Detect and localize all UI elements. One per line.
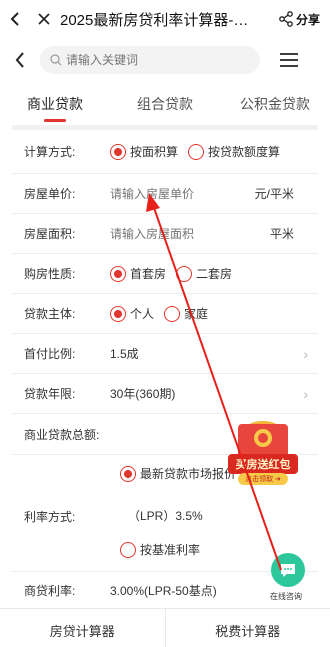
radio-checked-icon	[110, 143, 126, 160]
radio-unchecked-icon	[188, 143, 205, 160]
radio-first-home[interactable]: 首套房	[110, 265, 166, 282]
borrower-row: 贷款主体: 个人 家庭	[12, 294, 318, 334]
search-icon	[50, 54, 62, 66]
rate-method-label: 利率方式:	[24, 510, 76, 524]
radio-individual[interactable]: 个人	[110, 305, 154, 322]
radio-lpr-rate[interactable]: 最新贷款市场报价	[120, 465, 236, 482]
tab-combined-loan[interactable]: 组合贷款	[110, 84, 220, 124]
loan-type-tabs: 商业贷款 组合贷款 公积金贷款	[0, 84, 330, 124]
property-type-row: 购房性质: 首套房 二套房	[12, 254, 318, 294]
down-payment-row[interactable]: 首付比例: 1.5成 ›	[12, 334, 318, 374]
radio-checked-icon	[110, 265, 126, 282]
calc-method-row: 计算方式: 按面积算 按贷款额度算	[12, 130, 318, 174]
area-input[interactable]	[110, 226, 230, 241]
chevron-left-icon	[10, 12, 19, 26]
loan-term-row[interactable]: 贷款年限: 30年(360期) ›	[12, 374, 318, 414]
menu-button[interactable]	[274, 53, 304, 67]
chevron-right-icon: ›	[303, 385, 308, 402]
radio-checked-icon	[110, 305, 126, 322]
commercial-rate-label: 商贷利率:	[24, 583, 76, 598]
radio-unchecked-icon	[176, 265, 193, 282]
loan-term-label: 贷款年限:	[24, 387, 76, 401]
close-icon	[38, 13, 50, 25]
radio-family[interactable]: 家庭	[164, 305, 208, 322]
promo-title: 买房送红包	[235, 459, 291, 471]
radio-unchecked-icon	[164, 305, 181, 322]
promo-cta: 点击领取 ➜	[245, 476, 281, 483]
share-icon	[279, 11, 293, 27]
radio-base-rate[interactable]: 按基准利率	[120, 541, 200, 558]
mortgage-calculator-button[interactable]: 房贷计算器	[0, 609, 165, 647]
bottom-bar: 房贷计算器 税费计算器	[0, 608, 330, 647]
area-label: 房屋面积:	[24, 227, 76, 241]
commercial-rate-value: 3.00%(LPR-50基点)	[110, 583, 217, 598]
radio-by-area[interactable]: 按面积算	[110, 143, 178, 160]
radio-second-home[interactable]: 二套房	[176, 265, 232, 282]
loan-total-label: 商业贷款总额:	[24, 427, 100, 442]
radio-checked-icon	[120, 465, 136, 482]
property-type-label: 购房性质:	[24, 267, 76, 281]
close-button[interactable]	[30, 0, 58, 38]
lpr-rate-text: （LPR）3.5%	[128, 509, 203, 523]
online-consult-label: 在线咨询	[270, 592, 302, 601]
radio-unchecked-icon	[120, 541, 136, 558]
unit-price-input[interactable]	[110, 186, 230, 201]
tab-provident-fund-loan[interactable]: 公积金贷款	[220, 84, 330, 124]
search-input[interactable]	[66, 53, 246, 67]
top-bar: 2025最新房贷利率计算器-… 分享	[0, 0, 330, 38]
hamburger-menu-icon	[280, 53, 298, 67]
share-button[interactable]: 分享	[274, 11, 330, 28]
back-button[interactable]	[0, 0, 30, 38]
share-label: 分享	[295, 12, 320, 27]
area-unit: 平米	[269, 227, 294, 241]
area-row: 房屋面积: 平米	[12, 214, 318, 254]
search-back-button[interactable]	[0, 51, 40, 69]
search-box[interactable]	[40, 46, 260, 74]
borrower-label: 贷款主体:	[24, 307, 76, 321]
unit-price-unit: 元/平米	[254, 187, 294, 201]
down-payment-label: 首付比例:	[24, 347, 76, 361]
page-title: 2025最新房贷利率计算器-…	[60, 11, 249, 29]
chevron-left-icon	[15, 52, 24, 68]
calc-method-label: 计算方式:	[24, 145, 76, 159]
radio-by-loan-amount[interactable]: 按贷款额度算	[188, 143, 280, 160]
loan-term-value: 30年(360期)	[110, 387, 176, 401]
search-bar	[0, 42, 330, 78]
tab-commercial-loan[interactable]: 商业贷款	[0, 84, 110, 124]
red-envelope-promo[interactable]: 买房送红包 点击领取 ➜	[226, 420, 300, 488]
chevron-right-icon: ›	[303, 345, 308, 362]
chat-bubble-icon	[271, 553, 305, 587]
unit-price-label: 房屋单价:	[24, 187, 76, 201]
down-payment-value: 1.5成	[110, 347, 139, 361]
unit-price-row: 房屋单价: 元/平米	[12, 174, 318, 214]
online-consult-button[interactable]: 在线咨询	[268, 553, 308, 603]
tax-calculator-button[interactable]: 税费计算器	[164, 609, 330, 647]
